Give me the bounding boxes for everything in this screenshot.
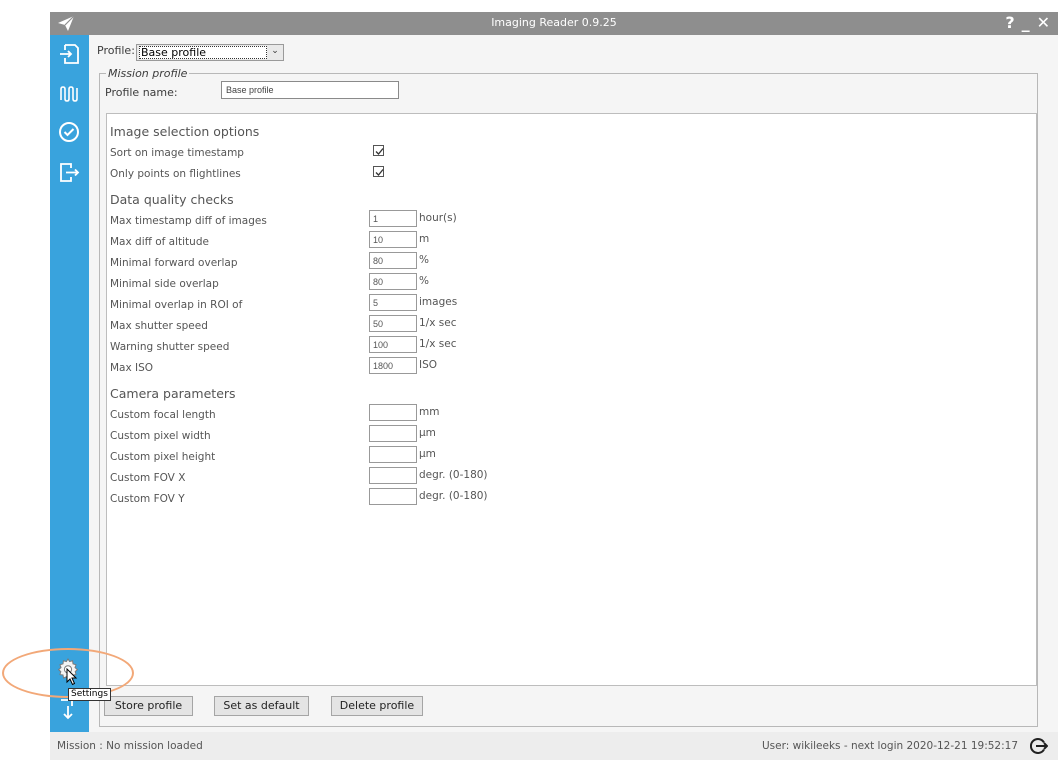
settings-panel: Image selection options Sort on image ti…	[106, 113, 1037, 686]
chevron-down-icon: ⌄	[271, 46, 279, 56]
roi-overlap-unit: images	[419, 296, 458, 308]
max-iso-label: Max ISO	[110, 362, 154, 374]
flightlines-icon	[60, 86, 78, 102]
side-overlap-unit: %	[419, 275, 429, 287]
camera-title: Camera parameters	[110, 386, 236, 401]
help-button[interactable]: ?	[1005, 13, 1014, 33]
set-default-button[interactable]: Set as default	[214, 696, 309, 716]
profile-name-input[interactable]	[221, 81, 399, 99]
warning-shutter-label: Warning shutter speed	[110, 341, 230, 353]
mission-profile-legend: Mission profile	[108, 67, 188, 80]
flightlines-only-checkbox[interactable]	[373, 166, 384, 177]
quality-title: Data quality checks	[110, 192, 234, 207]
max-timestamp-diff-label: Max timestamp diff of images	[110, 215, 267, 227]
focal-length-label: Custom focal length	[110, 409, 216, 421]
focal-length-unit: mm	[419, 406, 440, 418]
max-iso-input[interactable]	[369, 357, 417, 374]
forward-overlap-label: Minimal forward overlap	[110, 257, 238, 269]
forward-overlap-input[interactable]	[369, 252, 417, 269]
sidebar	[50, 35, 89, 732]
max-timestamp-diff-unit: hour(s)	[419, 212, 457, 224]
max-shutter-unit: 1/x sec	[419, 317, 457, 329]
pixel-width-input[interactable]	[369, 425, 417, 442]
pixel-width-unit: μm	[419, 427, 436, 439]
window-title: Imaging Reader 0.9.25	[491, 16, 617, 29]
pixel-width-label: Custom pixel width	[110, 430, 211, 442]
profile-label: Profile:	[97, 44, 135, 57]
fov-x-input[interactable]	[369, 467, 417, 484]
side-overlap-input[interactable]	[369, 273, 417, 290]
check-circle-icon	[59, 122, 79, 142]
profile-name-label: Profile name:	[105, 86, 178, 99]
roi-overlap-input[interactable]	[369, 294, 417, 311]
checkmark-icon	[375, 148, 384, 155]
user-status: User: wikileeks - next login 2020-12-21 …	[761, 740, 1018, 752]
side-overlap-label: Minimal side overlap	[110, 278, 219, 290]
sidebar-item-export[interactable]	[56, 159, 82, 185]
title-bar: Imaging Reader 0.9.25 ? _ ✕	[50, 12, 1058, 35]
forward-overlap-unit: %	[419, 254, 429, 266]
mouse-cursor-icon	[66, 668, 78, 686]
store-profile-button[interactable]: Store profile	[104, 696, 193, 716]
max-altitude-diff-unit: m	[419, 233, 430, 245]
max-iso-unit: ISO	[419, 359, 438, 371]
import-icon	[60, 44, 79, 64]
max-shutter-label: Max shutter speed	[110, 320, 208, 332]
mission-status: Mission : No mission loaded	[57, 740, 203, 752]
sidebar-item-flightlines[interactable]	[56, 81, 82, 107]
image-selection-title: Image selection options	[110, 124, 260, 139]
settings-tooltip: Settings	[68, 688, 111, 701]
sidebar-item-checks[interactable]	[56, 119, 82, 145]
fov-x-label: Custom FOV X	[110, 472, 186, 484]
sort-timestamp-label: Sort on image timestamp	[110, 147, 244, 159]
profile-select[interactable]: Base profile ⌄	[136, 44, 284, 61]
fov-y-input[interactable]	[369, 488, 417, 505]
max-timestamp-diff-input[interactable]	[369, 210, 417, 227]
export-icon	[60, 163, 80, 182]
pixel-height-label: Custom pixel height	[110, 451, 216, 463]
profile-select-value: Base profile	[139, 46, 267, 59]
fov-x-unit: degr. (0-180)	[419, 469, 488, 481]
max-shutter-input[interactable]	[369, 315, 417, 332]
minimize-button[interactable]: _	[1022, 13, 1030, 33]
logout-icon[interactable]	[1030, 737, 1048, 755]
pixel-height-input[interactable]	[369, 446, 417, 463]
main-panel: Profile: Base profile ⌄ Mission profile …	[89, 35, 1058, 732]
checkmark-icon	[375, 169, 384, 176]
focal-length-input[interactable]	[369, 404, 417, 421]
delete-profile-button[interactable]: Delete profile	[331, 696, 423, 716]
roi-overlap-label: Minimal overlap in ROI of	[110, 299, 243, 311]
sort-timestamp-checkbox[interactable]	[373, 145, 384, 156]
warning-shutter-input[interactable]	[369, 336, 417, 353]
close-button[interactable]: ✕	[1037, 13, 1050, 33]
warning-shutter-unit: 1/x sec	[419, 338, 457, 350]
flightlines-only-label: Only points on flightlines	[110, 168, 241, 180]
sidebar-item-import[interactable]	[56, 41, 82, 67]
status-bar: Mission : No mission loaded User: wikile…	[50, 732, 1058, 760]
max-altitude-diff-input[interactable]	[369, 231, 417, 248]
fov-y-unit: degr. (0-180)	[419, 490, 488, 502]
fov-y-label: Custom FOV Y	[110, 493, 185, 505]
max-altitude-diff-label: Max diff of altitude	[110, 236, 209, 248]
pixel-height-unit: μm	[419, 448, 436, 460]
